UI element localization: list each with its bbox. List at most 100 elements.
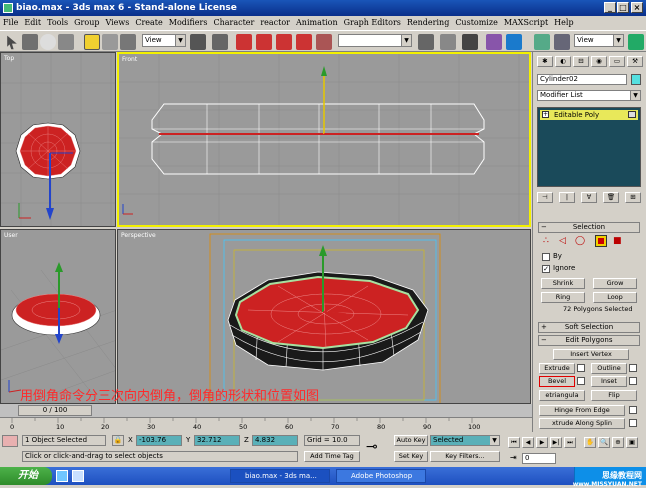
unlink-icon[interactable]	[40, 34, 56, 50]
pin-stack-icon[interactable]: ⊣	[537, 192, 553, 203]
extrude-spline-settings-icon[interactable]	[629, 419, 637, 427]
viewport-user[interactable]: User	[0, 229, 116, 404]
grow-button[interactable]: Grow	[593, 278, 637, 289]
key-filter-dropdown[interactable]: Selected ▼	[430, 435, 500, 446]
menu-group[interactable]: Group	[71, 16, 102, 30]
time-slider-thumb[interactable]: 0 / 100	[18, 405, 92, 416]
menu-character[interactable]: Character	[210, 16, 257, 30]
menu-modifiers[interactable]: Modifiers	[166, 16, 211, 30]
spacing-tool-icon[interactable]	[316, 34, 332, 50]
motion-tab-icon[interactable]: ◉	[591, 56, 607, 67]
menu-views[interactable]: Views	[102, 16, 132, 30]
goto-start-icon[interactable]: ⏮	[508, 437, 520, 448]
quick-render-icon[interactable]	[534, 34, 550, 50]
rollout-edit-polygons[interactable]: − Edit Polygons	[538, 335, 640, 346]
bind-space-warp-icon[interactable]	[58, 34, 74, 50]
menu-file[interactable]: File	[0, 16, 21, 30]
named-selection-dropdown[interactable]: ▼	[338, 34, 412, 47]
hinge-settings-icon[interactable]	[629, 406, 637, 414]
inset-button[interactable]: Inset	[591, 376, 627, 387]
ignore-backfacing-checkbox[interactable]: ✓	[542, 265, 550, 273]
zoom-extents-icon[interactable]: ▣	[626, 437, 638, 448]
viewport-label-perspective[interactable]: Perspective	[121, 232, 156, 239]
axis-constraint-icon[interactable]	[212, 34, 228, 50]
object-name-field[interactable]: Cylinder02	[537, 74, 627, 85]
border-icon[interactable]: ◯	[575, 236, 585, 246]
auto-key-button[interactable]: Auto Key	[394, 435, 428, 446]
bevel-settings-icon[interactable]	[577, 377, 585, 385]
bevel-button[interactable]: Bevel	[539, 376, 575, 387]
prev-frame-icon[interactable]: ◀	[522, 437, 534, 448]
maxscript-listener-icon[interactable]	[2, 435, 18, 447]
rollout-selection[interactable]: − Selection	[538, 222, 640, 233]
zoom-all-icon[interactable]: ⊕	[612, 437, 624, 448]
select-link-icon[interactable]	[22, 34, 38, 50]
menu-maxscript[interactable]: MAXScript	[501, 16, 551, 30]
viewport-top[interactable]: Top	[0, 52, 116, 227]
task-3dsmax[interactable]: biao.max - 3ds ma...	[230, 469, 330, 483]
select-move-icon[interactable]	[84, 34, 100, 50]
normal-align-icon[interactable]	[276, 34, 292, 50]
loop-button[interactable]: Loop	[593, 292, 637, 303]
insert-vertex-button[interactable]: Insert Vertex	[553, 349, 629, 360]
viewport-label-user[interactable]: User	[4, 232, 18, 239]
extrude-button[interactable]: Extrude	[539, 363, 575, 374]
menu-rendering[interactable]: Rendering	[404, 16, 452, 30]
add-time-tag-button[interactable]: Add Time Tag	[304, 451, 360, 462]
edge-icon[interactable]: ◁	[559, 236, 566, 246]
layer-manager-icon[interactable]	[418, 34, 434, 50]
ring-button[interactable]: Ring	[541, 292, 585, 303]
menu-customize[interactable]: Customize	[452, 16, 501, 30]
schematic-view-icon[interactable]	[462, 34, 478, 50]
current-frame-field[interactable]: 0	[522, 453, 556, 464]
key-filters-button[interactable]: Key Filters...	[430, 451, 500, 462]
pivot-icon[interactable]	[190, 34, 206, 50]
viewport-front[interactable]: Front	[117, 52, 531, 227]
material-editor-icon[interactable]	[486, 34, 502, 50]
curve-editor-icon[interactable]	[440, 34, 456, 50]
display-tab-icon[interactable]: ▭	[609, 56, 625, 67]
play-icon[interactable]: ▶	[536, 437, 548, 448]
hierarchy-tab-icon[interactable]: ⊟	[573, 56, 589, 67]
maximize-button[interactable]: □	[617, 2, 629, 13]
menu-reactor[interactable]: reactor	[257, 16, 293, 30]
align-icon[interactable]	[256, 34, 272, 50]
show-end-result-icon[interactable]: |	[559, 192, 575, 203]
extrude-settings-icon[interactable]	[577, 364, 585, 372]
outline-settings-icon[interactable]	[629, 364, 637, 372]
menu-edit[interactable]: Edit	[21, 16, 44, 30]
lock-selection-icon[interactable]: 🔒	[112, 435, 124, 446]
object-color-swatch[interactable]	[631, 74, 641, 85]
place-highlight-icon[interactable]	[296, 34, 312, 50]
pan-icon[interactable]: ✋	[584, 437, 596, 448]
menu-help[interactable]: Help	[551, 16, 576, 30]
make-unique-icon[interactable]: ∀	[581, 192, 597, 203]
track-bar[interactable]: 0 10 20 30 40 50 60 70 80 90 100	[0, 417, 532, 432]
quick-launch-desktop-icon[interactable]	[72, 470, 84, 482]
set-key-button[interactable]: Set Key	[394, 451, 428, 462]
mirror-icon[interactable]	[236, 34, 252, 50]
close-button[interactable]: ×	[631, 2, 643, 13]
menu-graph-editors[interactable]: Graph Editors	[341, 16, 404, 30]
inset-settings-icon[interactable]	[629, 377, 637, 385]
retriangulate-button[interactable]: etriangula	[539, 390, 585, 401]
by-vertex-checkbox[interactable]	[542, 253, 550, 261]
utilities-tab-icon[interactable]: ⚒	[627, 56, 643, 67]
element-icon[interactable]: ■	[613, 236, 622, 246]
modify-tab-icon[interactable]: ◐	[555, 56, 571, 67]
quick-launch-ie-icon[interactable]	[56, 470, 68, 482]
hinge-from-edge-button[interactable]: Hinge From Edge	[539, 405, 625, 416]
next-frame-icon[interactable]: ▶|	[550, 437, 562, 448]
menu-create[interactable]: Create	[132, 16, 165, 30]
time-slider-track[interactable]: 0 / 100	[0, 404, 532, 417]
minimize-button[interactable]: _	[604, 2, 616, 13]
modifier-list-dropdown[interactable]: Modifier List ▼	[537, 90, 641, 101]
zoom-icon[interactable]: 🔍	[598, 437, 610, 448]
select-pointer-icon[interactable]	[7, 35, 17, 50]
start-button[interactable]: 开始	[0, 467, 52, 485]
outline-button[interactable]: Outline	[591, 363, 627, 374]
render-type-dropdown[interactable]: View ▼	[574, 34, 624, 47]
expand-icon[interactable]: +	[542, 111, 549, 118]
menu-animation[interactable]: Animation	[293, 16, 341, 30]
z-coordinate-field[interactable]: 4.832	[252, 435, 298, 446]
